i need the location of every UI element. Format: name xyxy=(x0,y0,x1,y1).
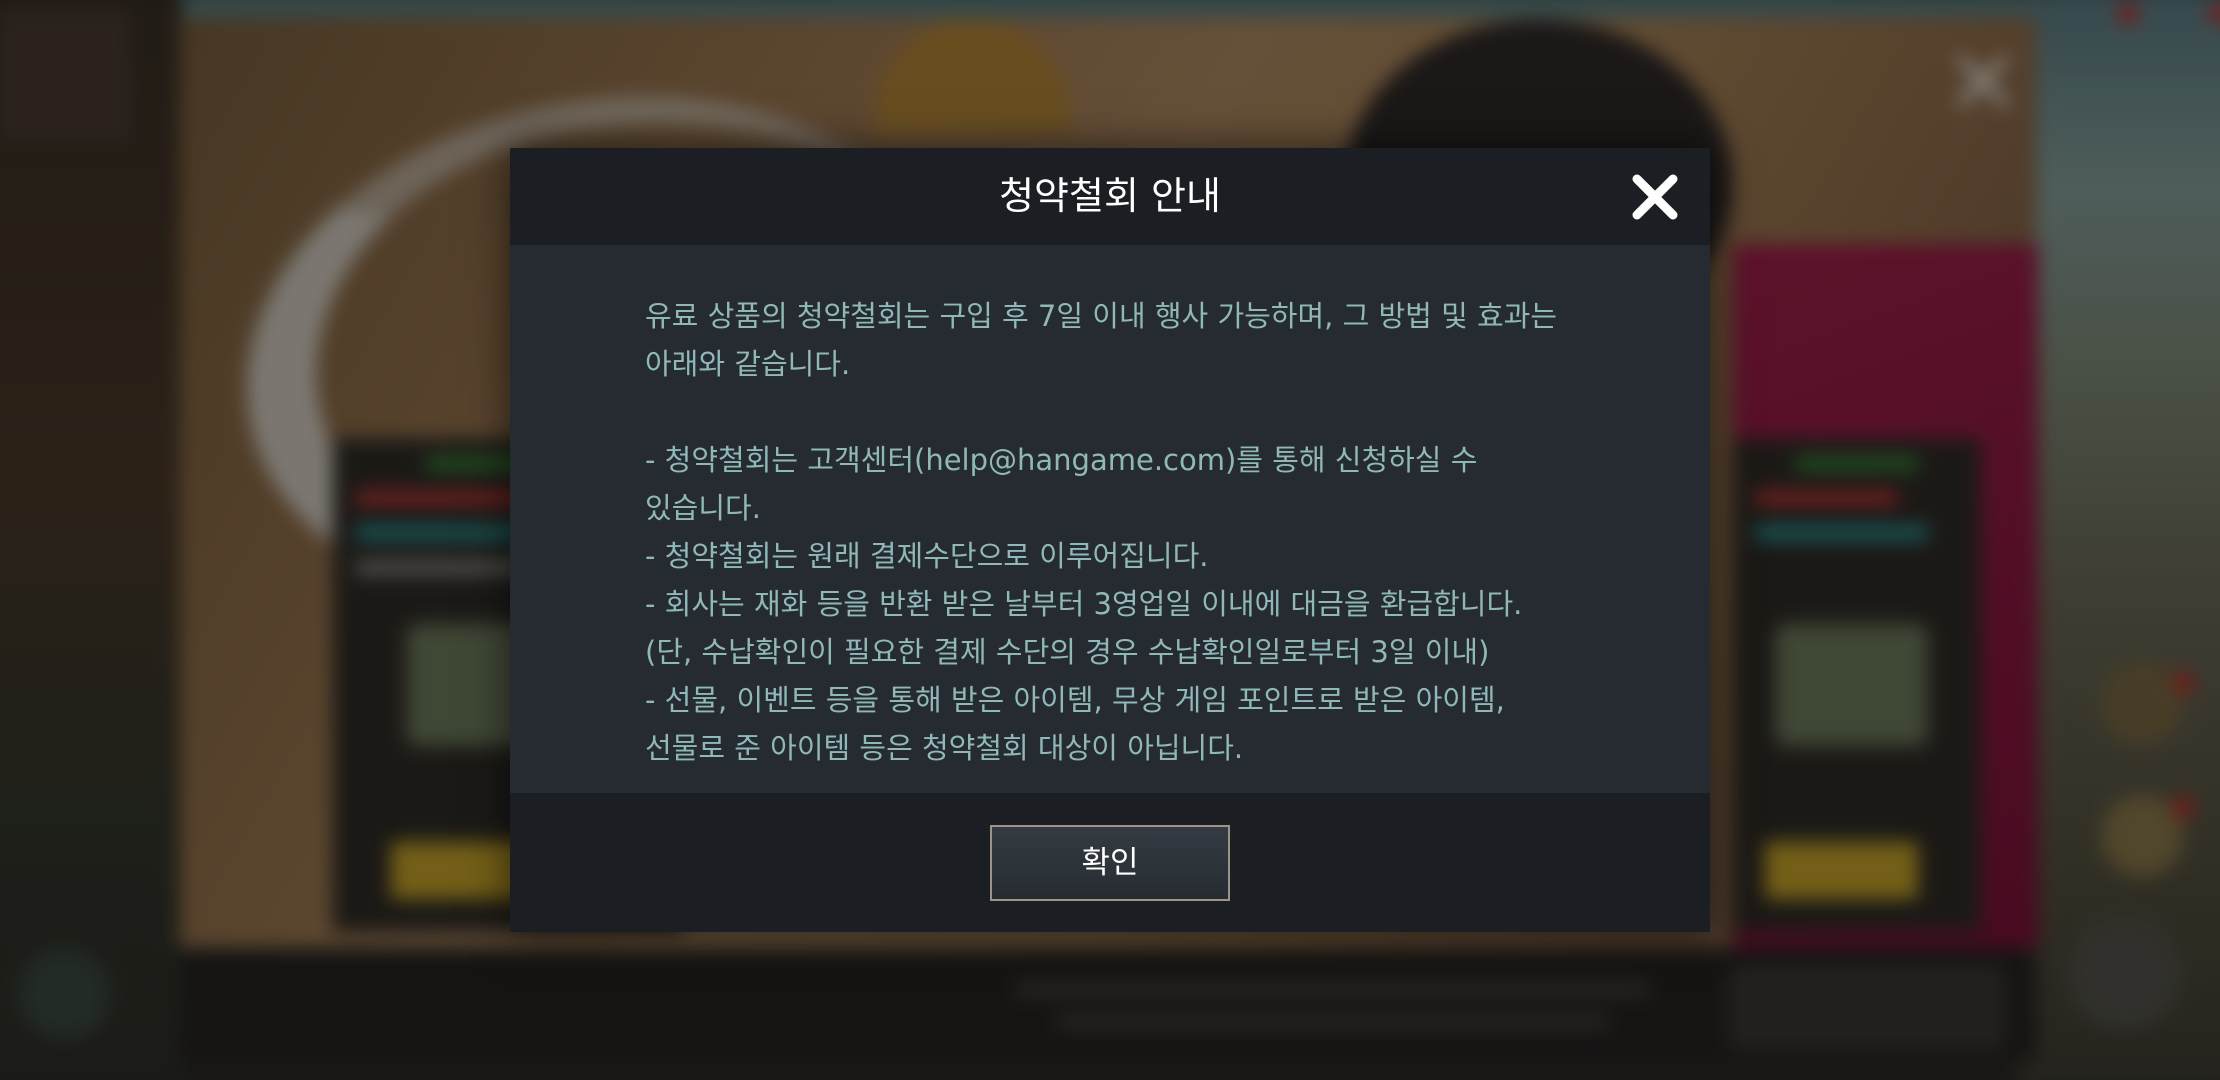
withdrawal-notice-dialog: 청약철회 안내 유료 상품의 청약철회는 구입 후 7일 이내 행사 가능하며,… xyxy=(510,148,1710,932)
notice-spacer xyxy=(645,388,1605,436)
dialog-body: 유료 상품의 청약철회는 구입 후 7일 이내 행사 가능하며, 그 방법 및 … xyxy=(510,245,1710,793)
notice-line: 아래와 같습니다. xyxy=(645,347,851,381)
dialog-title: 청약철회 안내 xyxy=(999,174,1221,218)
confirm-button[interactable]: 확인 xyxy=(990,825,1230,901)
notice-line: (단, 수납확인이 필요한 결제 수단의 경우 수납확인일로부터 3일 이내) xyxy=(645,635,1490,669)
notice-line: - 선물, 이벤트 등을 통해 받은 아이템, 무상 게임 포인트로 받은 아이… xyxy=(645,683,1505,717)
dialog-header: 청약철회 안내 xyxy=(510,148,1710,245)
close-button[interactable] xyxy=(1628,170,1682,224)
notice-line: 유료 상품의 청약철회는 구입 후 7일 이내 행사 가능하며, 그 방법 및 … xyxy=(645,299,1558,333)
notice-line: - 회사는 재화 등을 반환 받은 날부터 3영업일 이내에 대금을 환급합니다… xyxy=(645,587,1523,621)
notice-line: - 청약철회는 고객센터(help@hangame.com)를 통해 신청하실 … xyxy=(645,443,1478,477)
game-screen: ✕ 청약철회 안내 유료 상품의 청약철회는 구입 후 7일 이내 행사 가능하… xyxy=(0,0,2220,1080)
notice-text: 유료 상품의 청약철회는 구입 후 7일 이내 행사 가능하며, 그 방법 및 … xyxy=(645,292,1605,772)
notice-line: 있습니다. xyxy=(645,491,761,525)
dialog-footer: 확인 xyxy=(510,793,1710,932)
notice-line: 선물로 준 아이템 등은 청약철회 대상이 아닙니다. xyxy=(645,731,1244,765)
notice-line: - 청약철회는 원래 결제수단으로 이루어집니다. xyxy=(645,539,1209,573)
close-icon xyxy=(1632,174,1678,220)
